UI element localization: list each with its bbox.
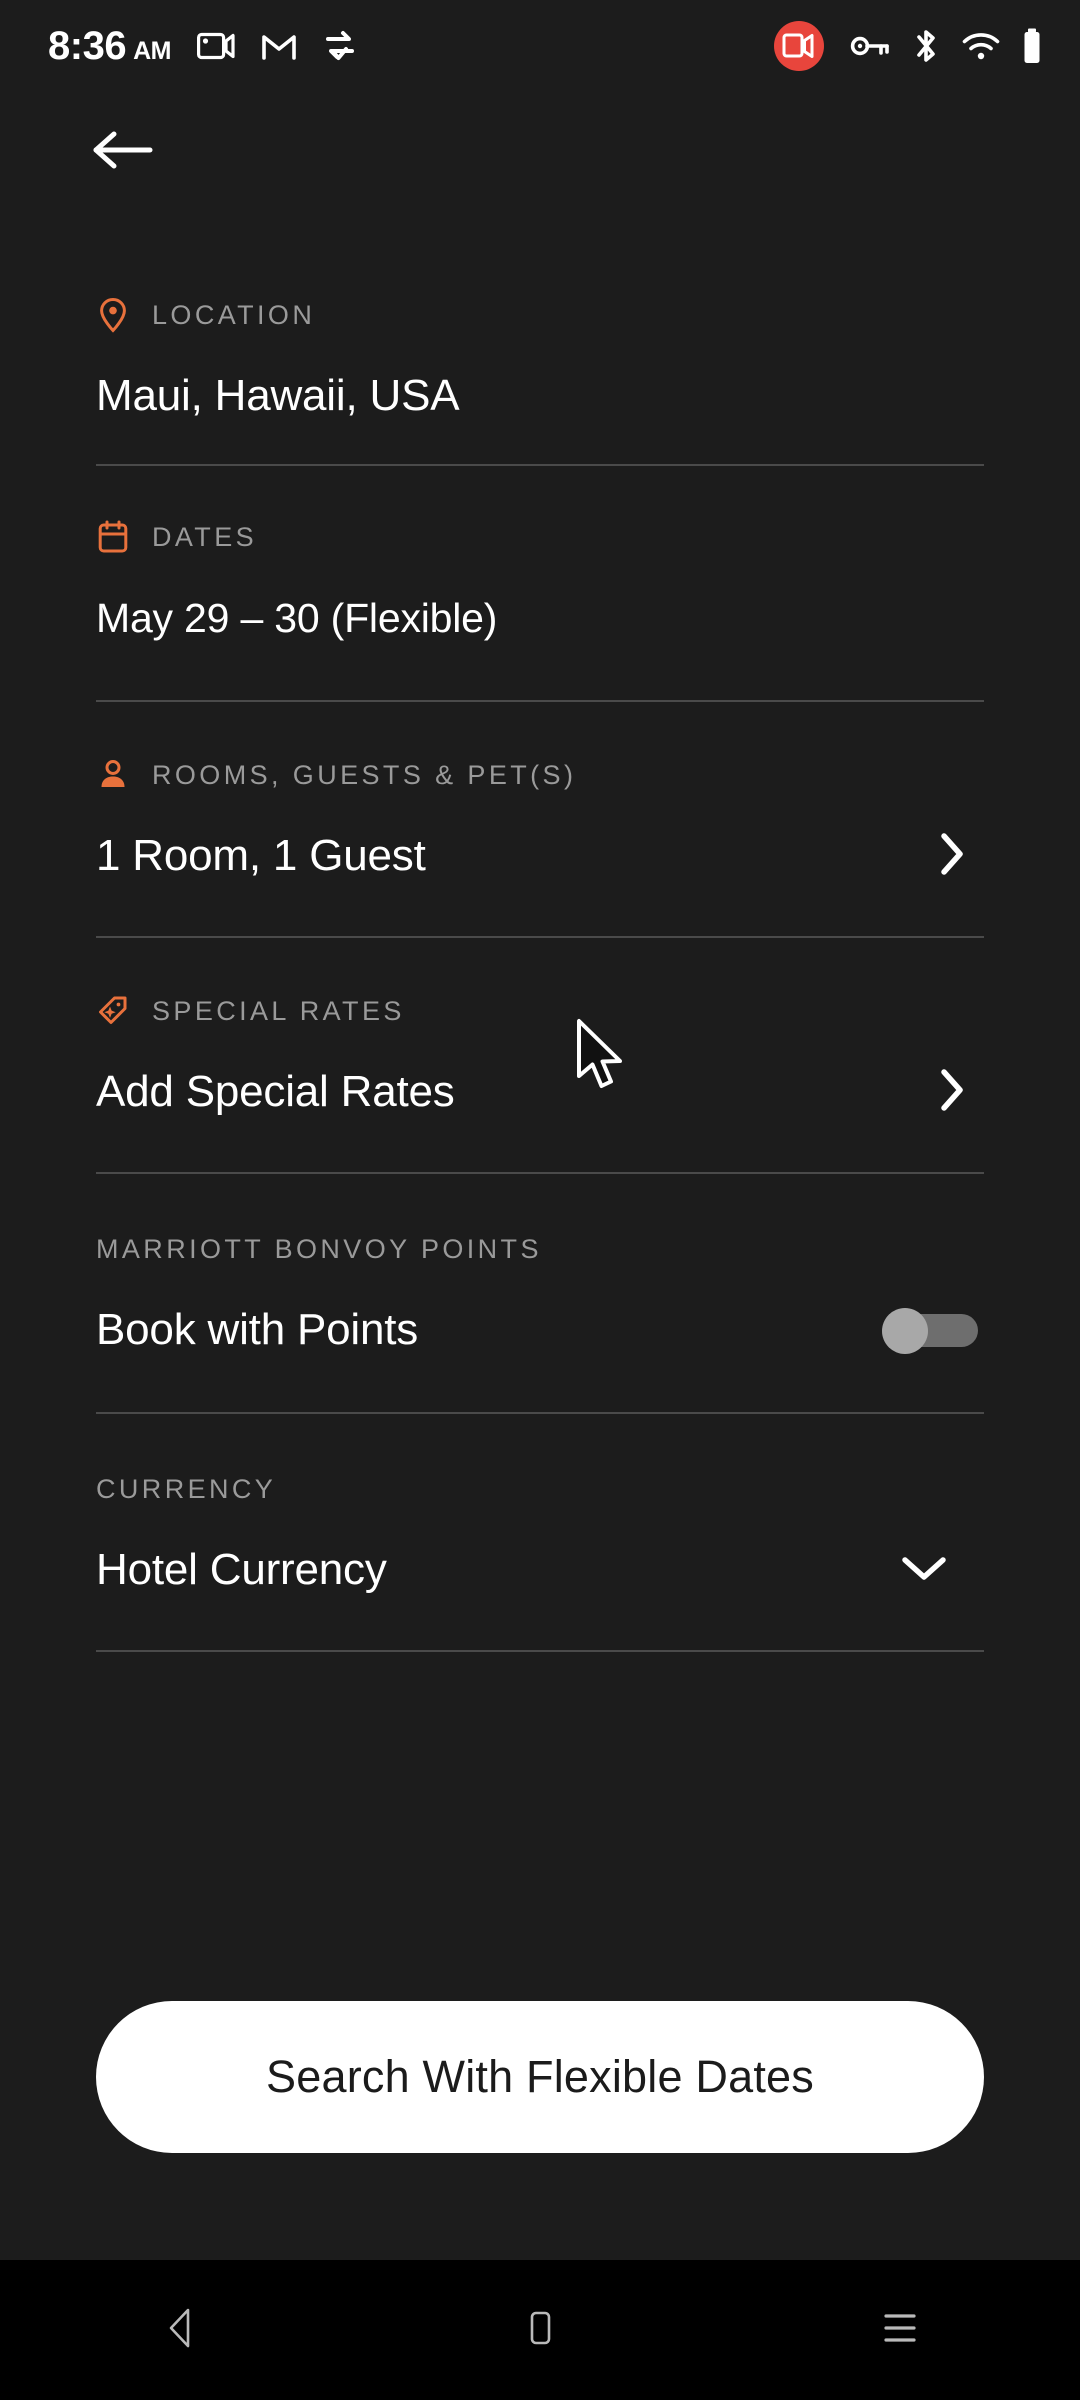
clock-ampm: AM bbox=[133, 36, 171, 65]
map-pin-icon bbox=[96, 296, 130, 334]
chevron-right-icon[interactable] bbox=[938, 1066, 966, 1119]
phone-screen: 8:36 AM LOCATION Maui, Hawaii, USA DATES… bbox=[0, 0, 1080, 2400]
screen-record-active-icon bbox=[770, 19, 828, 73]
location-caption-label: LOCATION bbox=[152, 299, 316, 330]
recents-lines-icon bbox=[878, 2307, 922, 2354]
screen-record-icon bbox=[196, 31, 235, 61]
top-app-bar bbox=[0, 92, 1080, 212]
book-with-points-toggle[interactable] bbox=[882, 1308, 978, 1354]
nav-recents-button[interactable] bbox=[810, 2260, 990, 2400]
field-special-rates[interactable]: SPECIAL RATES Add Special Rates bbox=[0, 938, 1080, 1128]
wifi-icon bbox=[962, 31, 1000, 61]
gmail-icon bbox=[261, 31, 297, 61]
status-clock: 8:36 AM bbox=[48, 24, 171, 69]
points-value-row[interactable]: Book with Points bbox=[96, 1294, 984, 1366]
currency-caption: CURRENCY bbox=[96, 1466, 984, 1512]
dates-caption: DATES bbox=[96, 514, 984, 560]
rooms-value-row[interactable]: 1 Room, 1 Guest bbox=[96, 820, 984, 892]
person-icon bbox=[96, 756, 130, 794]
rooms-caption: ROOMS, GUESTS & PET(S) bbox=[96, 752, 984, 798]
location-value: Maui, Hawaii, USA bbox=[96, 371, 460, 420]
chevron-down-icon[interactable] bbox=[900, 1553, 948, 1588]
home-rect-icon bbox=[520, 2304, 560, 2357]
system-navigation-bar bbox=[0, 2260, 1080, 2400]
location-value-row[interactable]: Maui, Hawaii, USA bbox=[96, 360, 984, 432]
bluetooth-icon bbox=[912, 28, 940, 64]
back-arrow-icon[interactable] bbox=[92, 126, 156, 179]
vpn-key-icon bbox=[850, 33, 890, 59]
dates-caption-label: DATES bbox=[152, 521, 258, 552]
points-caption-label: MARRIOTT BONVOY POINTS bbox=[96, 1233, 542, 1264]
divider-after-currency bbox=[96, 1650, 984, 1652]
search-form: LOCATION Maui, Hawaii, USA DATES May 29 … bbox=[0, 212, 1080, 1652]
currency-value-row[interactable]: Hotel Currency bbox=[96, 1534, 984, 1606]
nav-back-button[interactable] bbox=[90, 2260, 270, 2400]
special-rates-value: Add Special Rates bbox=[96, 1067, 455, 1116]
status-bar: 8:36 AM bbox=[0, 0, 1080, 92]
field-rooms-guests-pets[interactable]: ROOMS, GUESTS & PET(S) 1 Room, 1 Guest bbox=[0, 702, 1080, 892]
status-bar-left: 8:36 AM bbox=[48, 24, 357, 69]
dates-value-row[interactable]: May 29 – 30 (Flexible) bbox=[96, 582, 984, 654]
field-dates[interactable]: DATES May 29 – 30 (Flexible) bbox=[0, 466, 1080, 654]
field-location[interactable]: LOCATION Maui, Hawaii, USA bbox=[0, 212, 1080, 432]
currency-value: Hotel Currency bbox=[96, 1545, 387, 1594]
location-caption: LOCATION bbox=[96, 292, 984, 338]
chevron-right-icon[interactable] bbox=[938, 830, 966, 883]
special-rates-caption-label: SPECIAL RATES bbox=[152, 995, 405, 1026]
tag-sparkle-icon bbox=[96, 992, 130, 1030]
calendar-icon bbox=[96, 518, 130, 556]
back-triangle-icon bbox=[158, 2304, 202, 2357]
search-with-flexible-dates-button[interactable]: Search With Flexible Dates bbox=[96, 2001, 984, 2153]
clock-time: 8:36 bbox=[48, 23, 127, 68]
field-marriott-bonvoy-points[interactable]: MARRIOTT BONVOY POINTS Book with Points bbox=[0, 1174, 1080, 1366]
rooms-caption-label: ROOMS, GUESTS & PET(S) bbox=[152, 759, 577, 790]
currency-caption-label: CURRENCY bbox=[96, 1473, 277, 1504]
status-bar-right bbox=[770, 19, 1042, 73]
nav-home-button[interactable] bbox=[450, 2260, 630, 2400]
special-rates-caption: SPECIAL RATES bbox=[96, 988, 984, 1034]
points-value: Book with Points bbox=[96, 1305, 419, 1354]
cta-container: Search With Flexible Dates bbox=[0, 2001, 1080, 2153]
dates-value: May 29 – 30 (Flexible) bbox=[96, 594, 498, 641]
rooms-value: 1 Room, 1 Guest bbox=[96, 831, 426, 880]
battery-icon bbox=[1022, 28, 1042, 64]
field-currency[interactable]: CURRENCY Hotel Currency bbox=[0, 1414, 1080, 1606]
special-rates-value-row[interactable]: Add Special Rates bbox=[96, 1056, 984, 1128]
toggle-knob bbox=[882, 1308, 928, 1354]
data-transfer-icon bbox=[323, 30, 357, 62]
points-caption: MARRIOTT BONVOY POINTS bbox=[96, 1226, 984, 1272]
